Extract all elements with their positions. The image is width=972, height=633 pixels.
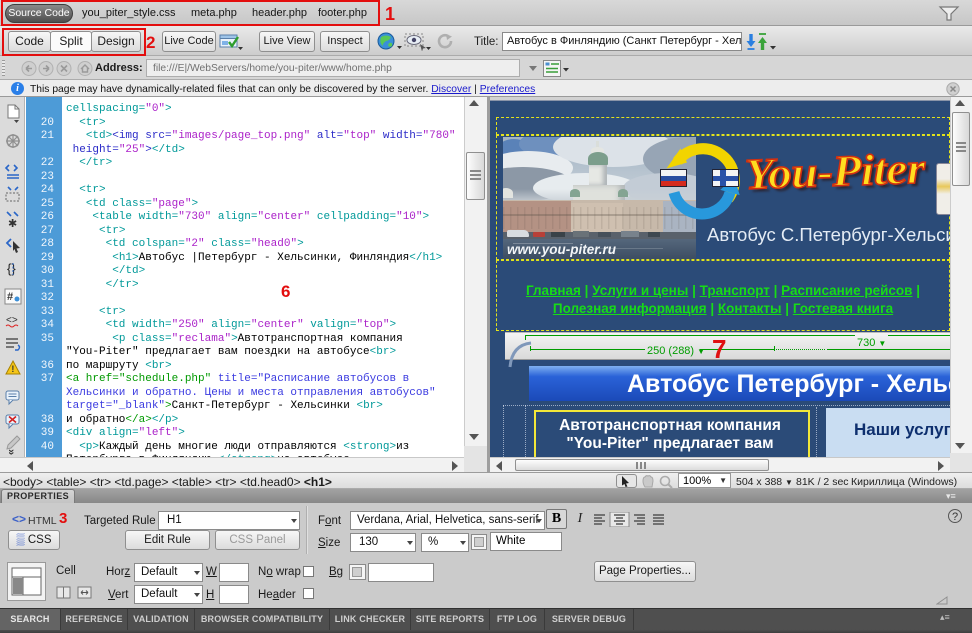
svg-text:<>: <> bbox=[6, 315, 18, 326]
svg-text:#: # bbox=[7, 291, 13, 303]
svg-text:!: ! bbox=[11, 364, 14, 374]
svg-text:✱: ✱ bbox=[8, 218, 17, 230]
svg-text:{}: {} bbox=[7, 261, 16, 276]
